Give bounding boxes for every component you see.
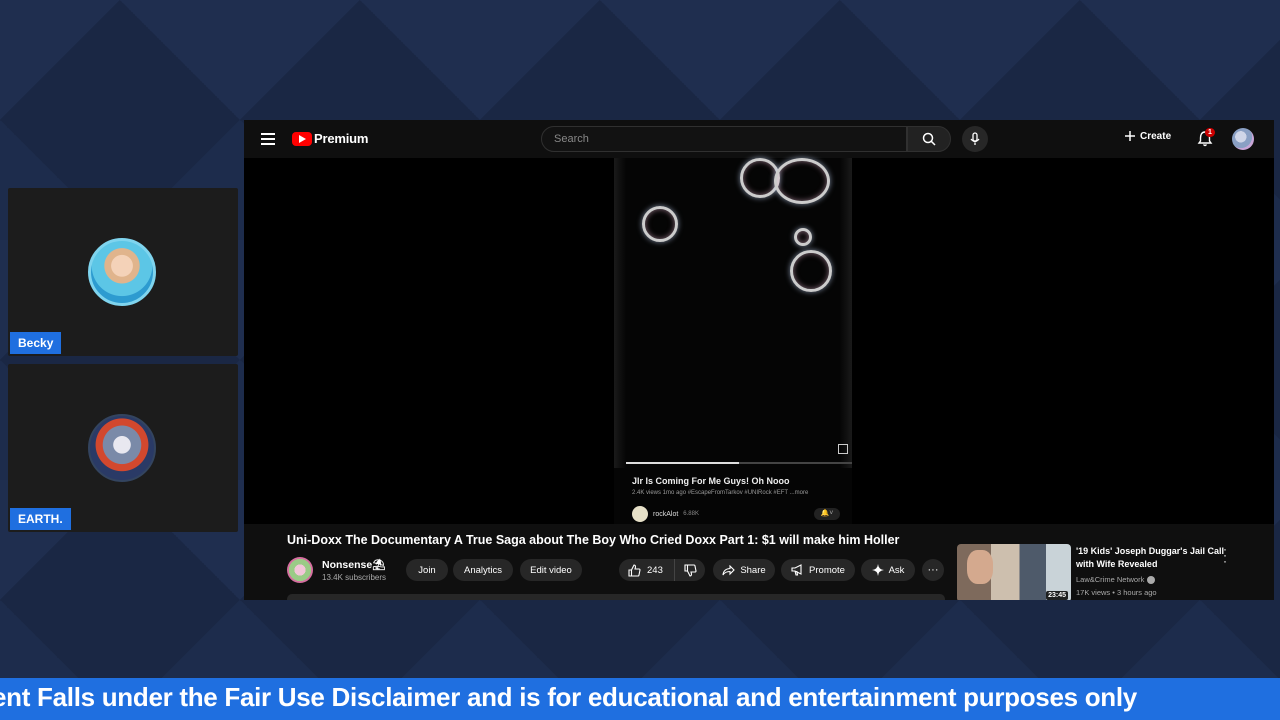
avatar [88, 238, 156, 306]
promote-label: Promote [809, 564, 845, 576]
short-channel[interactable]: rockAlot 6.88K [632, 506, 699, 522]
short-progress-bar[interactable] [626, 462, 852, 464]
plus-icon [1125, 131, 1135, 141]
recommended-video-thumbnail[interactable]: 23:45 [957, 544, 1071, 600]
profile-avatar[interactable] [1232, 128, 1254, 150]
edit-video-button[interactable]: Edit video [520, 559, 582, 581]
disclaimer-ticker: ent Falls under the Fair Use Disclaimer … [0, 678, 1280, 720]
bubble-graphic [794, 228, 812, 246]
recommended-video-meta: 17K views • 3 hours ago [1076, 588, 1157, 597]
search-icon [922, 132, 936, 146]
short-channel-subs: 6.88K [683, 511, 699, 517]
participant-name-tag: Becky [10, 332, 62, 354]
bubble-graphic [790, 250, 832, 292]
more-actions-button[interactable]: ··· [922, 559, 944, 581]
search-input[interactable]: Search [541, 126, 907, 152]
description-box[interactable] [287, 594, 945, 600]
subscribe-bell-icon[interactable]: 🔔˅ [814, 508, 840, 520]
microphone-icon [970, 132, 980, 145]
video-edge-right [840, 158, 852, 468]
megaphone-icon [791, 564, 802, 576]
share-label: Share [740, 564, 766, 576]
progress-fill [626, 462, 739, 464]
logo-text: Premium [314, 131, 369, 146]
analytics-button[interactable]: Analytics [453, 559, 513, 581]
short-channel-name: rockAlot [653, 510, 679, 518]
video-title: Uni-Doxx The Documentary A True Saga abo… [287, 533, 900, 547]
participant-tile-earth[interactable]: EARTH. [8, 364, 238, 532]
hamburger-menu-icon[interactable] [261, 133, 275, 145]
recommended-video-title[interactable]: '19 Kids' Joseph Duggar's Jail Call with… [1076, 545, 1226, 571]
youtube-logo[interactable]: Premium [292, 131, 368, 146]
recommended-channel[interactable]: Law&Crime Network [1076, 575, 1156, 584]
create-label: Create [1140, 130, 1172, 142]
verified-icon [1147, 575, 1156, 584]
avatar [88, 414, 156, 482]
channel-subscribers: 13.4K subscribers [322, 573, 387, 582]
thumbs-down-icon [683, 563, 697, 577]
video-duration: 23:45 [1046, 591, 1068, 600]
short-meta: 2.4K views 1mo ago #EscapeFromTarkov #UN… [632, 490, 809, 496]
create-button[interactable]: Create [1124, 130, 1171, 142]
recommended-channel-name: Law&Crime Network [1076, 575, 1145, 584]
bubble-graphic [642, 206, 678, 242]
channel-avatar[interactable] [287, 557, 313, 583]
thumbnail-face [967, 550, 993, 584]
youtube-header: Premium Search Create 1 [244, 120, 1274, 158]
ask-button[interactable]: Ask [861, 559, 915, 581]
video-player[interactable]: Jlr Is Coming For Me Guys! Oh Nooo 2.4K … [244, 158, 1274, 524]
youtube-play-icon [292, 131, 312, 146]
sparkle-icon [871, 564, 884, 576]
notification-badge: 1 [1205, 128, 1215, 137]
search-button[interactable] [907, 126, 951, 152]
video-edge-left [614, 158, 626, 468]
avatar [632, 506, 648, 522]
thumbs-up-icon [628, 563, 641, 577]
participant-name-tag: EARTH. [10, 508, 71, 530]
promote-button[interactable]: Promote [781, 559, 855, 581]
dislike-button[interactable] [675, 559, 705, 581]
share-button[interactable]: Share [713, 559, 775, 581]
ticker-text: ent Falls under the Fair Use Disclaimer … [0, 682, 1137, 712]
ask-label: Ask [888, 564, 905, 576]
youtube-window: Premium Search Create 1 Jlr Is Coming Fo… [244, 120, 1274, 600]
bubble-graphic [774, 158, 830, 204]
like-dislike-group: 243 [619, 559, 705, 581]
kebab-menu-icon[interactable]: · · · [1222, 543, 1228, 567]
share-icon [722, 564, 736, 575]
like-button[interactable]: 243 [619, 559, 675, 581]
join-button[interactable]: Join [406, 559, 448, 581]
participant-tile-becky[interactable]: Becky [8, 188, 238, 356]
channel-name[interactable]: Nonsense⛱ [322, 558, 386, 571]
short-title[interactable]: Jlr Is Coming For Me Guys! Oh Nooo [632, 476, 790, 486]
like-count: 243 [647, 564, 663, 576]
shorts-video[interactable]: Jlr Is Coming For Me Guys! Oh Nooo 2.4K … [614, 158, 852, 524]
voice-search-button[interactable] [962, 126, 988, 152]
fullscreen-icon[interactable] [838, 444, 848, 454]
